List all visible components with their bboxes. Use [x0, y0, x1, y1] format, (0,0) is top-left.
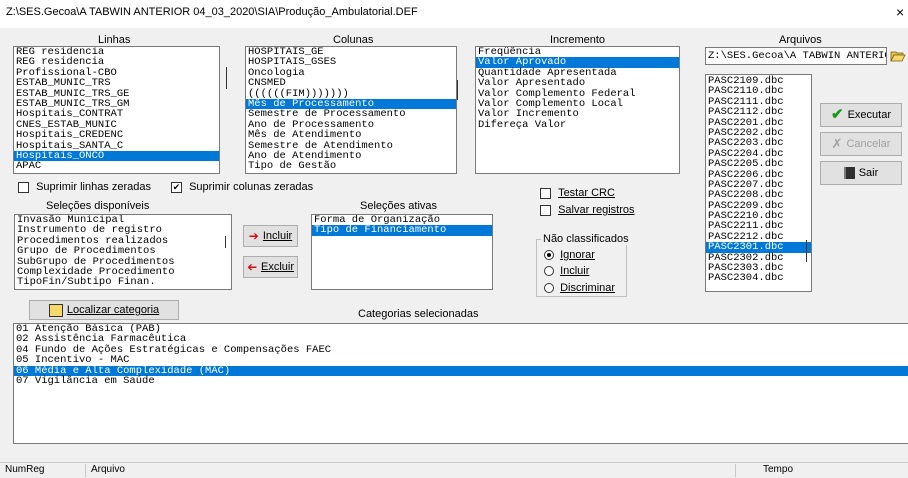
- radio-discriminar-label: Discriminar: [560, 282, 616, 294]
- suprimir-colunas-checkbox[interactable]: ✔ Suprimir colunas zeradas: [171, 181, 313, 193]
- exit-door-icon: [843, 167, 855, 179]
- list-item[interactable]: 07 Vigilância em Saúde: [14, 375, 908, 386]
- status-arquivo: Arquivo: [88, 464, 736, 477]
- arquivos-scrollbar[interactable]: [806, 240, 807, 262]
- list-item[interactable]: Tipo de Financiamento: [312, 225, 492, 236]
- folder-open-icon[interactable]: [890, 49, 906, 63]
- testar-crc-label: Testar CRC: [558, 187, 615, 199]
- localizar-label: Localizar categoria: [66, 304, 160, 316]
- cancelar-button[interactable]: ✗ Cancelar: [820, 132, 902, 156]
- incluir-label: Incluir: [262, 230, 293, 242]
- linhas-list[interactable]: REG residencia REG residencia Profission…: [13, 46, 220, 174]
- list-item[interactable]: PASC2112.dbc: [706, 107, 811, 118]
- sair-button[interactable]: Sair: [820, 161, 902, 185]
- radio-ignorar[interactable]: Ignorar: [544, 249, 595, 261]
- colunas-header: Colunas: [333, 34, 374, 46]
- selecoes-disponiveis-list[interactable]: Invasão Municipal Instrumento de registr…: [14, 214, 232, 290]
- testar-crc-checkbox[interactable]: Testar CRC: [540, 187, 615, 199]
- categorias-label: Categorias selecionadas: [358, 308, 479, 320]
- status-bar: NumReg Arquivo Tempo: [0, 462, 908, 478]
- checkbox-box[interactable]: ✔: [171, 181, 182, 193]
- list-item[interactable]: ESTAB_MUNIC_TRS: [14, 78, 219, 89]
- list-item[interactable]: 04 Fundo de Ações Estratégicas e Compens…: [14, 344, 908, 355]
- list-item[interactable]: APAC: [14, 161, 219, 172]
- close-icon[interactable]: ×: [896, 4, 904, 20]
- selecoes-scrollbar[interactable]: [225, 236, 226, 248]
- salvar-registros-label: Salvar registros: [558, 204, 635, 216]
- list-item[interactable]: CNSMED: [246, 78, 456, 89]
- suprimir-colunas-label: Suprimir colunas zeradas: [189, 181, 314, 193]
- list-item[interactable]: Hospitais_CREDENC: [14, 130, 219, 141]
- incremento-list[interactable]: Freqüência Valor Aprovado Quantidade Apr…: [475, 46, 680, 174]
- sair-label: Sair: [858, 167, 879, 179]
- list-item[interactable]: 05 Incentivo - MAC: [14, 355, 908, 366]
- checkbox-box[interactable]: [540, 187, 551, 199]
- linhas-scrollbar[interactable]: [226, 67, 227, 89]
- radio-circle[interactable]: [544, 283, 554, 294]
- radio-circle[interactable]: [544, 266, 554, 277]
- status-numreg: NumReg: [2, 464, 86, 477]
- radio-incluir[interactable]: Incluir: [544, 265, 589, 277]
- list-item[interactable]: Valor Apresentado: [476, 78, 679, 89]
- list-item[interactable]: TipoFin/Subtipo Finan.: [15, 277, 231, 288]
- list-item[interactable]: Mês de Atendimento: [246, 130, 456, 141]
- radio-circle[interactable]: [544, 250, 554, 261]
- cancelar-label: Cancelar: [846, 138, 891, 150]
- colunas-scrollbar[interactable]: [457, 80, 458, 100]
- list-item[interactable]: PASC2304.dbc: [706, 273, 811, 284]
- title-bar: Z:\SES.Gecoa\A TABWIN ANTERIOR 04_03_202…: [0, 0, 908, 28]
- salvar-registros-checkbox[interactable]: Salvar registros: [540, 204, 634, 216]
- arrow-right-icon: ➔: [248, 229, 259, 243]
- nao-classificados-label: Não classificados: [541, 233, 631, 245]
- radio-ignorar-label: Ignorar: [560, 249, 595, 261]
- cancel-icon: ✗: [831, 136, 843, 151]
- arquivos-path-field[interactable]: Z:\SES.Gecoa\A TABWIN ANTERIOR: [705, 47, 887, 65]
- arquivos-list[interactable]: PASC2109.dbc PASC2110.dbc PASC2111.dbc P…: [705, 74, 812, 292]
- localizar-categoria-button[interactable]: Localizar categoria: [29, 300, 179, 320]
- categorias-list[interactable]: 01 Atenção Básica (PAB) 02 Assistência F…: [13, 323, 908, 444]
- window-title: Z:\SES.Gecoa\A TABWIN ANTERIOR 04_03_202…: [6, 6, 418, 18]
- excluir-button[interactable]: ➔ Excluir: [243, 256, 298, 278]
- status-tempo: Tempo: [763, 464, 794, 475]
- list-item[interactable]: Hospitais_ONCO: [14, 150, 219, 161]
- list-item[interactable]: PASC2205.dbc: [706, 159, 811, 170]
- suprimir-linhas-label: Suprimir linhas zeradas: [36, 181, 151, 193]
- linhas-header: Linhas: [98, 34, 131, 46]
- check-icon: ✔: [831, 106, 844, 123]
- selecoes-disponiveis-label: Seleções disponíveis: [46, 200, 150, 212]
- checkbox-box[interactable]: [18, 181, 29, 193]
- colunas-list[interactable]: HOSPITAIS_GE HOSPITAIS_GSES Oncologia CN…: [245, 46, 457, 174]
- selecoes-ativas-label: Seleções ativas: [360, 200, 438, 212]
- excluir-label: Excluir: [261, 261, 295, 273]
- executar-label: Executar: [847, 109, 891, 121]
- suprimir-linhas-checkbox[interactable]: Suprimir linhas zeradas: [18, 181, 151, 193]
- list-item[interactable]: Difereça Valor: [476, 119, 679, 130]
- arquivos-header: Arquivos: [779, 34, 822, 46]
- find-icon: [48, 303, 63, 317]
- selecoes-ativas-list[interactable]: Forma de Organização Tipo de Financiamen…: [311, 214, 493, 290]
- incluir-button[interactable]: ➔ Incluir: [243, 225, 298, 247]
- incremento-header: Incremento: [550, 34, 606, 46]
- list-item[interactable]: Tipo de Gestão: [246, 161, 456, 172]
- radio-incluir-label: Incluir: [560, 265, 590, 277]
- arquivos-path-text: Z:\SES.Gecoa\A TABWIN ANTERIOR: [708, 50, 887, 62]
- executar-button[interactable]: ✔ Executar: [820, 103, 902, 127]
- radio-discriminar[interactable]: Discriminar: [544, 282, 615, 294]
- list-item[interactable]: Grupo de Procedimentos: [15, 246, 231, 257]
- checkbox-box[interactable]: [540, 204, 551, 216]
- arrow-left-icon: ➔: [246, 260, 258, 274]
